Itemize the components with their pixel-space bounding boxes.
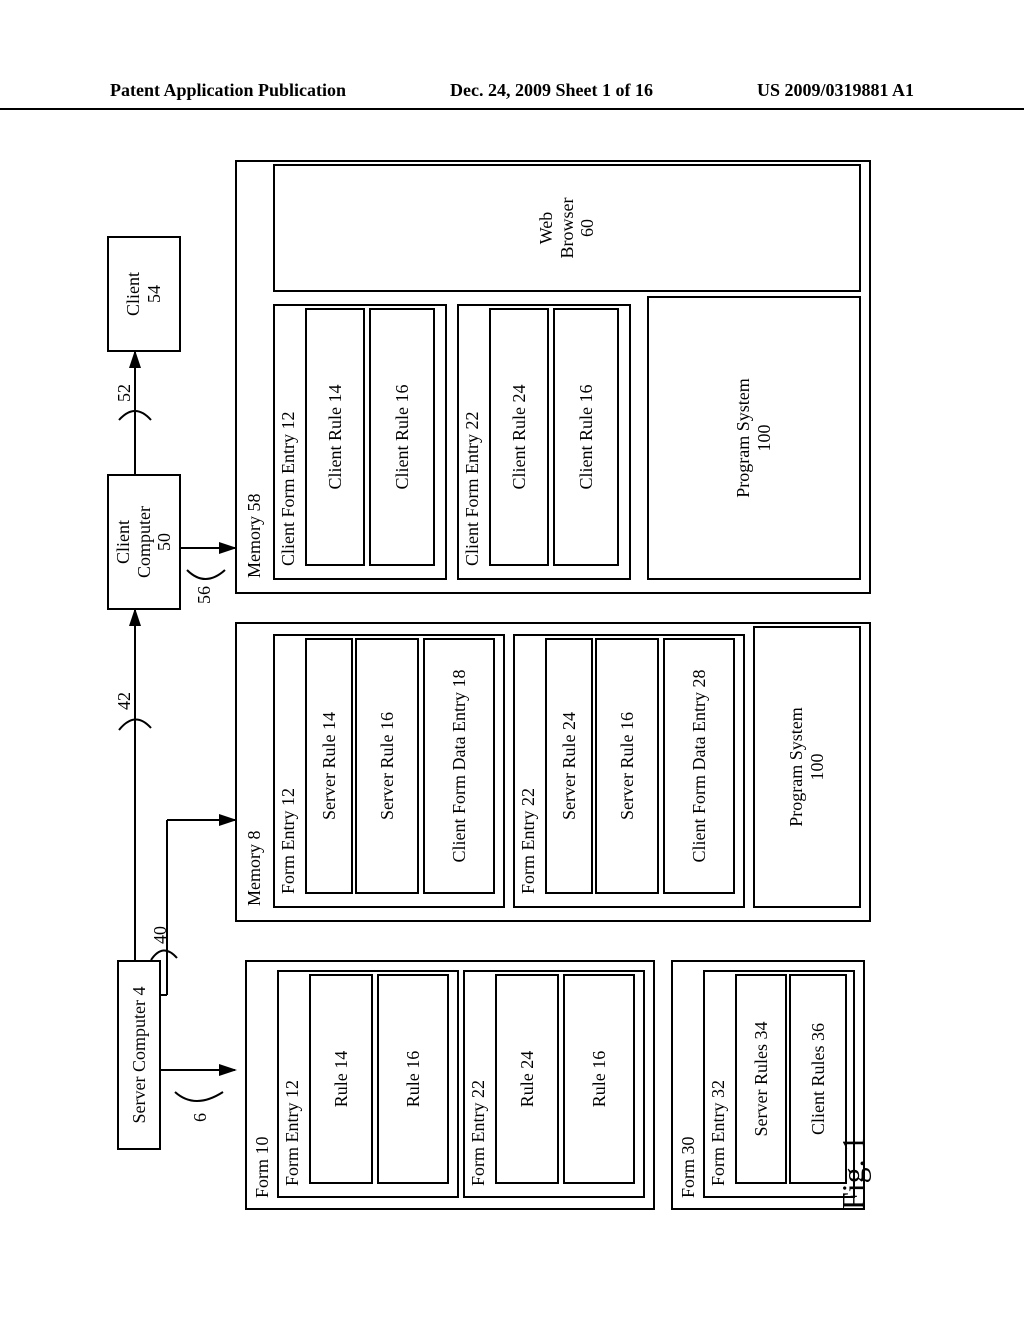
cfe12-container: Client Form Entry 12 Client Rule 14 Clie…	[273, 304, 447, 580]
form-entry-22-title: Form Entry 22	[469, 1080, 489, 1186]
cr16b-box: Client Rule 16	[553, 308, 619, 566]
server-rules-34-label: Server Rules 34	[751, 1022, 772, 1137]
form-entry-32-title: Form Entry 32	[709, 1080, 729, 1186]
cr16a-box: Client Rule 16	[369, 308, 435, 566]
memory8-title: Memory 8	[245, 831, 265, 907]
cr24-box: Client Rule 24	[489, 308, 549, 566]
rule16b-label: Rule 16	[589, 1051, 610, 1108]
cfe12-title: Client Form Entry 12	[279, 412, 299, 567]
srv-form-entry-22-title: Form Entry 22	[519, 788, 539, 894]
client-rules-36-label: Client Rules 36	[808, 1023, 829, 1135]
form-entry-32-container: Form Entry 32 Server Rules 34 Client Rul…	[703, 970, 855, 1198]
form10-title: Form 10	[253, 1136, 273, 1198]
cfde18-box: Client Form Data Entry 18	[423, 638, 495, 894]
header-right: US 2009/0319881 A1	[757, 80, 914, 102]
cr16a-label: Client Rule 16	[392, 385, 413, 490]
form30-title: Form 30	[679, 1136, 699, 1198]
cr14-label: Client Rule 14	[325, 385, 346, 490]
form10-container: Form 10 Form Entry 12 Rule 14 Rule 16 Fo…	[245, 960, 655, 1210]
server-computer-box: Server Computer 4	[117, 960, 161, 1150]
header-mid: Dec. 24, 2009 Sheet 1 of 16	[450, 80, 653, 102]
figure-label: Fig. 1	[835, 1135, 872, 1210]
form-entry-22-container: Form Entry 22 Rule 24 Rule 16	[463, 970, 645, 1198]
memory8-container: Memory 8 Form Entry 12 Server Rule 14 Se…	[235, 622, 871, 922]
client-prog100-box: Program System 100	[647, 296, 861, 580]
ref-42: 42	[115, 692, 135, 710]
server-computer-label: Server Computer 4	[129, 987, 150, 1124]
server-rule-24-box: Server Rule 24	[545, 638, 593, 894]
cr14-box: Client Rule 14	[305, 308, 365, 566]
rule16a-label: Rule 16	[403, 1051, 424, 1108]
web-browser-box: Web Browser 60	[273, 164, 861, 292]
rule24-box: Rule 24	[495, 974, 559, 1184]
srv-form-entry-12-container: Form Entry 12 Server Rule 14 Server Rule…	[273, 634, 505, 908]
server-rule-14-label: Server Rule 14	[319, 712, 340, 820]
server-rule-16a-label: Server Rule 16	[377, 712, 398, 820]
rule14-box: Rule 14	[309, 974, 373, 1184]
form-entry-12-container: Form Entry 12 Rule 14 Rule 16	[277, 970, 459, 1198]
rule16a-box: Rule 16	[377, 974, 449, 1184]
rule24-label: Rule 24	[517, 1051, 538, 1108]
server-prog100-label: Program System 100	[786, 707, 827, 827]
server-rules-34-box: Server Rules 34	[735, 974, 787, 1184]
ref-6: 6	[191, 1113, 211, 1122]
server-rule-24-label: Server Rule 24	[559, 712, 580, 820]
rule16b-box: Rule 16	[563, 974, 635, 1184]
server-prog100-box: Program System 100	[753, 626, 861, 908]
server-rule-16a-box: Server Rule 16	[355, 638, 419, 894]
form-entry-12-title: Form Entry 12	[283, 1080, 303, 1186]
client-box: Client 54	[107, 236, 181, 352]
server-rule-16b-box: Server Rule 16	[595, 638, 659, 894]
cfe22-title: Client Form Entry 22	[463, 412, 483, 567]
client-prog100-label: Program System 100	[733, 378, 774, 498]
cfde18-label: Client Form Data Entry 18	[449, 670, 470, 863]
srv-form-entry-22-container: Form Entry 22 Server Rule 24 Server Rule…	[513, 634, 745, 908]
rule14-label: Rule 14	[331, 1051, 352, 1108]
diagram-stage: Server Computer 4 Client Computer 50 Cli…	[115, 170, 895, 1190]
header-left: Patent Application Publication	[110, 80, 346, 102]
client-label: Client 54	[123, 272, 164, 316]
client-computer-box: Client Computer 50	[107, 474, 181, 610]
server-rule-14-box: Server Rule 14	[305, 638, 353, 894]
cfde28-box: Client Form Data Entry 28	[663, 638, 735, 894]
cr24-label: Client Rule 24	[509, 385, 530, 490]
memory58-container: Memory 58 Client Form Entry 12 Client Ru…	[235, 160, 871, 594]
server-rule-16b-label: Server Rule 16	[617, 712, 638, 820]
ref-52: 52	[115, 384, 135, 402]
web-browser-label: Web Browser 60	[536, 198, 598, 259]
ref-40: 40	[151, 926, 171, 944]
srv-form-entry-12-title: Form Entry 12	[279, 788, 299, 894]
client-computer-label: Client Computer 50	[113, 506, 175, 578]
memory58-title: Memory 58	[245, 494, 265, 579]
cfde28-label: Client Form Data Entry 28	[689, 670, 710, 863]
ref-56: 56	[195, 586, 215, 604]
cfe22-container: Client Form Entry 22 Client Rule 24 Clie…	[457, 304, 631, 580]
cr16b-label: Client Rule 16	[576, 385, 597, 490]
